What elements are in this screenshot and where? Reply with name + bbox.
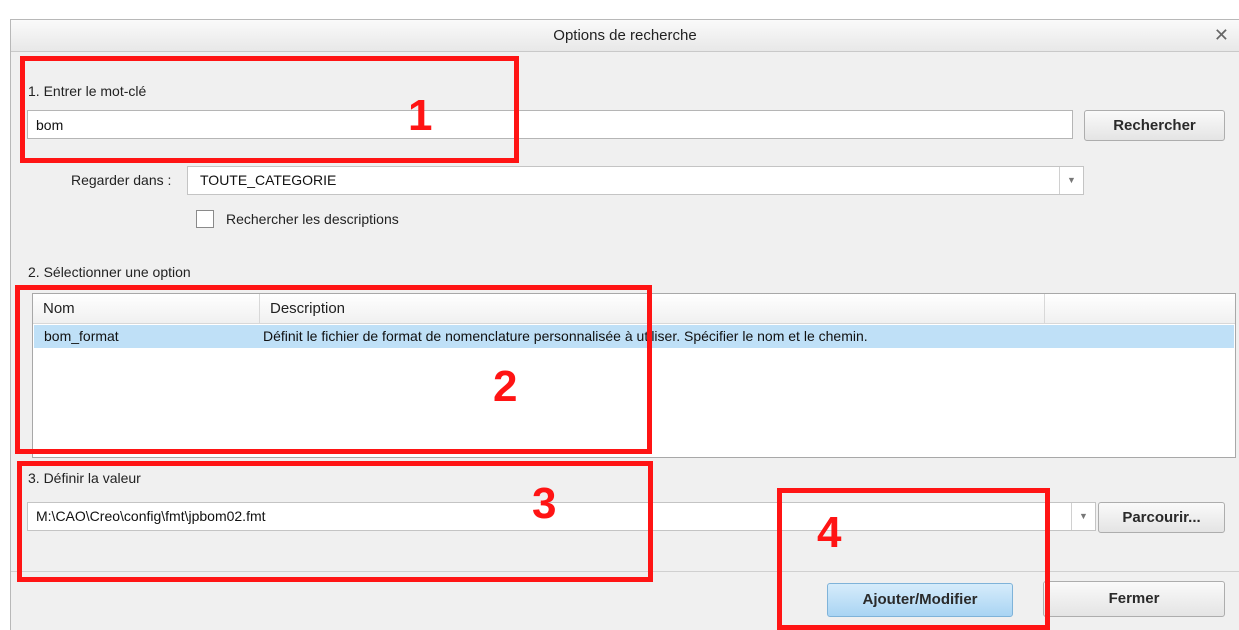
browse-button[interactable]: Parcourir...	[1098, 502, 1225, 533]
annotation-marker-3: 3	[532, 479, 557, 528]
annotation-box-3	[17, 461, 653, 582]
step2-label: 2. Sélectionner une option	[28, 264, 191, 280]
column-header-filler	[1045, 294, 1235, 324]
annotation-marker-2: 2	[493, 362, 518, 411]
look-in-value: TOUTE_CATEGORIE	[200, 172, 337, 188]
dialog-title: Options de recherche	[553, 27, 697, 44]
annotation-box-1	[20, 56, 519, 163]
search-button[interactable]: Rechercher	[1084, 110, 1225, 141]
chevron-down-icon[interactable]: ▼	[1059, 167, 1083, 194]
chevron-down-icon[interactable]: ▼	[1071, 503, 1095, 530]
look-in-label: Regarder dans :	[71, 172, 172, 188]
annotation-marker-1: 1	[408, 91, 433, 140]
annotation-box-2	[15, 285, 652, 454]
search-descriptions-label: Rechercher les descriptions	[226, 211, 399, 227]
title-bar: Options de recherche ✕	[11, 20, 1239, 52]
look-in-dropdown[interactable]: TOUTE_CATEGORIE ▼	[187, 166, 1084, 195]
search-descriptions-checkbox[interactable]	[196, 210, 214, 228]
close-button[interactable]: Fermer	[1043, 581, 1225, 617]
annotation-marker-4: 4	[817, 508, 842, 557]
close-icon[interactable]: ✕	[1214, 25, 1229, 46]
